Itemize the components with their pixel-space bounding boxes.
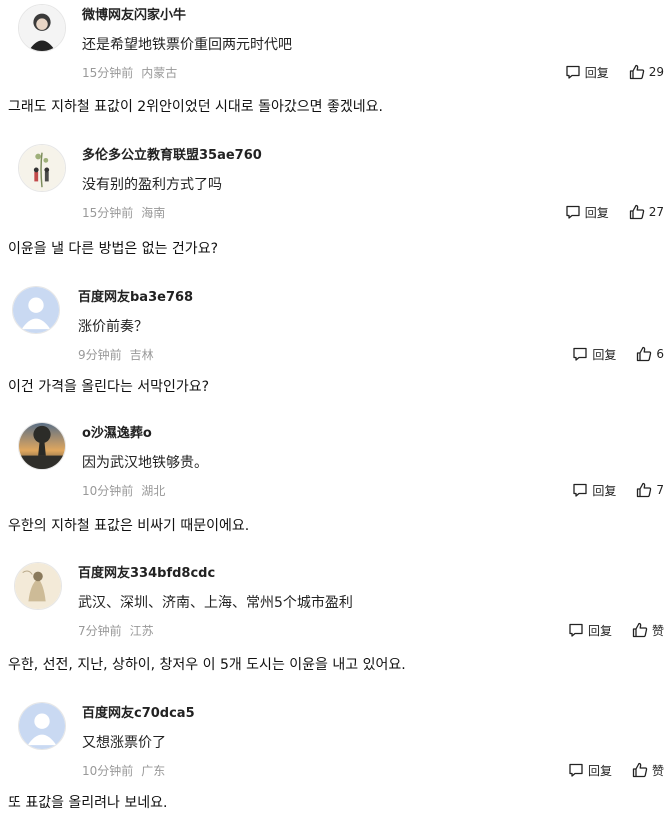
comment-actions: 回复 6 [572,344,664,364]
comment-item: 微博网友闪家小牛 还是希望地铁票价重回两元时代吧 15分钟前 内蒙古 回复 29 [0,2,672,97]
reply-label: 回复 [587,763,612,778]
comment-time: 7分钟前 [78,624,122,638]
reply-icon [566,205,580,219]
reply-button[interactable]: 回复 [565,204,609,221]
reply-label: 回复 [584,205,609,220]
username[interactable]: 微博网友闪家小牛 [82,4,186,23]
comment-meta: 7分钟前 江苏 [78,622,154,639]
like-button[interactable]: 赞 [632,622,664,639]
comment-location: 湖北 [141,484,166,498]
comment-actions: 回复 7 [572,480,664,500]
comment-meta: 10分钟前 湖北 [82,482,165,499]
comment-text: 因为武汉地铁够贵。 [82,455,208,471]
comment-actions: 回复 29 [565,62,664,82]
like-button[interactable]: 赞 [632,762,664,779]
reply-label: 回复 [592,347,617,362]
translation-text: 우한, 선전, 지난, 상하이, 창저우 이 5개 도시는 이윤을 내고 있어요… [8,657,406,673]
like-count: 6 [656,347,664,361]
like-button[interactable]: 7 [636,482,664,498]
thumbs-up-icon [637,346,652,362]
avatar[interactable] [18,4,66,52]
reply-icon [569,763,583,777]
username[interactable]: 多伦多公立教育联盟35ae760 [82,144,262,163]
reply-button[interactable]: 回复 [568,762,612,779]
translation-text: 이윤을 낼 다른 방법은 없는 건가요? [8,241,219,257]
like-button[interactable]: 29 [629,64,664,80]
comment-time: 10分钟前 [82,484,134,498]
comment-time: 10分钟前 [82,764,134,778]
comment-text: 武汉、深圳、济南、上海、常州5个城市盈利 [78,595,353,611]
translation-text: 우한의 지하철 표값은 비싸기 때문이에요. [8,518,250,534]
username[interactable]: o沙濕逸葬o [82,422,152,441]
username[interactable]: 百度网友334bfd8cdc [78,562,215,581]
reply-button[interactable]: 回复 [572,482,616,499]
comment-text: 又想涨票价了 [82,735,166,751]
avatar[interactable] [18,144,66,192]
reply-icon [569,623,583,637]
reply-label: 回复 [584,65,609,80]
avatar[interactable] [18,422,66,470]
reply-icon [573,347,587,361]
comment-item: o沙濕逸葬o 因为武汉地铁够贵。 10分钟前 湖北 回复 7 [0,420,672,515]
comment-location: 海南 [141,206,166,220]
comment-time: 15分钟前 [82,206,134,220]
comment-location: 广东 [141,764,166,778]
like-count: 7 [656,483,664,497]
like-count: 29 [648,65,664,79]
comment-actions: 回复 赞 [568,620,664,640]
like-count: 27 [648,205,664,219]
like-label: 赞 [651,623,664,638]
comment-actions: 回复 赞 [568,760,664,780]
comment-meta: 15分钟前 海南 [82,204,165,221]
thumbs-up-icon [632,762,648,778]
username[interactable]: 百度网友ba3e768 [78,286,193,305]
translation-text: 또 표값을 올리려나 보네요. [8,795,168,811]
translation-text: 이건 가격을 올린다는 서막인가요? [8,379,210,395]
thumbs-up-icon [629,204,644,220]
comment-item: 百度网友c70dca5 又想涨票价了 10分钟前 广东 回复 赞 [0,700,672,795]
comment-time: 9分钟前 [78,348,122,362]
comment-text: 还是希望地铁票价重回两元时代吧 [82,37,292,53]
like-label: 赞 [651,763,664,778]
comment-meta: 15分钟前 内蒙古 [82,64,177,81]
avatar[interactable] [14,562,62,610]
comment-text: 涨价前奏？ [78,319,148,335]
comment-actions: 回复 27 [565,202,664,222]
like-button[interactable]: 6 [636,346,664,362]
thumbs-up-icon [637,482,652,498]
thumbs-up-icon [629,64,644,80]
comment-item: 百度网友ba3e768 涨价前奏？ 9分钟前 吉林 回复 6 [0,284,672,379]
comment-location: 吉林 [129,348,154,362]
reply-label: 回复 [592,483,617,498]
default-avatar[interactable] [18,702,66,750]
comment-meta: 9分钟前 吉林 [78,346,154,363]
reply-label: 回复 [587,623,612,638]
comment-item: 百度网友334bfd8cdc 武汉、深圳、济南、上海、常州5个城市盈利 7分钟前… [0,560,672,655]
comment-time: 15分钟前 [82,66,134,80]
reply-button[interactable]: 回复 [568,622,612,639]
comment-meta: 10分钟前 广东 [82,762,165,779]
comment-item: 多伦多公立教育联盟35ae760 没有别的盈利方式了吗 15分钟前 海南 回复 2… [0,142,672,237]
reply-icon [573,483,587,497]
reply-icon [566,65,580,79]
comment-location: 江苏 [129,624,154,638]
username[interactable]: 百度网友c70dca5 [82,702,195,721]
comment-text: 没有别的盈利方式了吗 [82,177,222,193]
translation-text: 그래도 지하철 표값이 2위안이었던 시대로 돌아갔으면 좋겠네요. [8,99,383,115]
default-avatar[interactable] [12,286,60,334]
like-button[interactable]: 27 [629,204,664,220]
thumbs-up-icon [632,622,648,638]
comment-location: 内蒙古 [141,66,178,80]
reply-button[interactable]: 回复 [572,346,616,363]
reply-button[interactable]: 回复 [565,64,609,81]
